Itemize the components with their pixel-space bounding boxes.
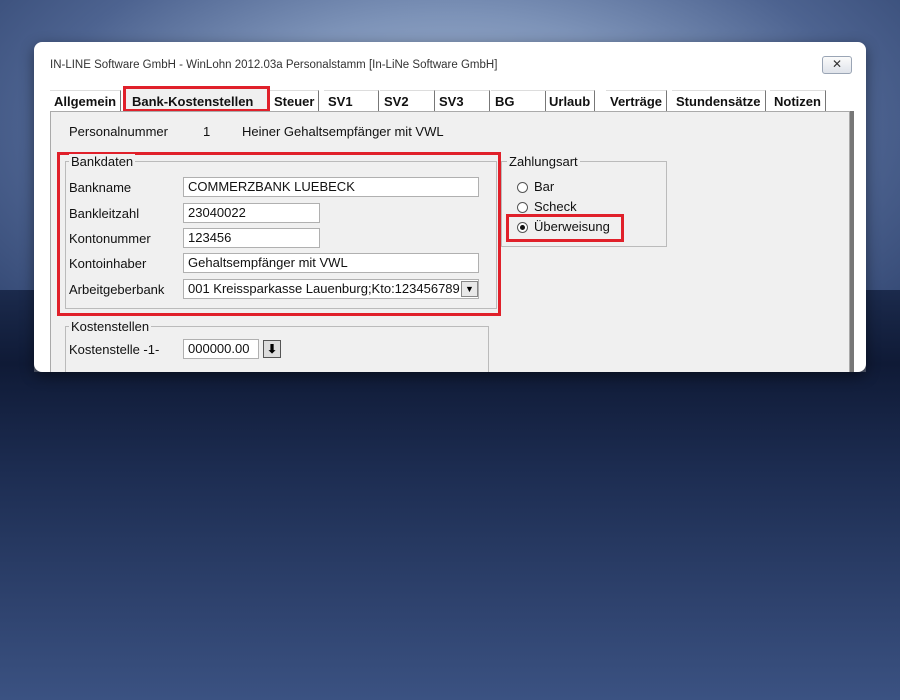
personalnummer-value: 1 [203,124,211,139]
kostenstelle-1-label: Kostenstelle -1- [69,342,160,357]
radio-ueberweisung-label: Überweisung [534,219,610,234]
tab-sv2[interactable]: SV2 [380,90,435,113]
radio-scheck[interactable] [517,202,528,213]
tab-notizen[interactable]: Notizen [770,90,826,113]
tab-panel: Personalnummer 1 Heiner Gehaltsempfänger… [50,111,850,372]
panel-border [850,111,854,372]
kontonummer-label: Kontonummer [69,231,151,246]
tab-vertraege[interactable]: Verträge [606,90,668,113]
tab-bg[interactable]: BG [491,90,546,113]
bankdaten-title: Bankdaten [69,154,136,169]
arbeitgeberbank-value: 001 Kreissparkasse Lauenburg;Kto:1234567… [188,281,460,296]
arrow-down-icon[interactable]: ⬇ [263,340,281,358]
tab-sv1[interactable]: SV1 [324,90,379,113]
radio-bar[interactable] [517,182,528,193]
bankleitzahl-field[interactable]: 23040022 [183,203,320,223]
employee-name: Heiner Gehaltsempfänger mit VWL [242,124,444,139]
tab-steuer[interactable]: Steuer [270,90,320,113]
bankname-label: Bankname [69,180,132,195]
window-title: IN-LINE Software GmbH - WinLohn 2012.03a… [50,59,498,71]
title-bar: IN-LINE Software GmbH - WinLohn 2012.03a… [46,54,852,76]
tab-bank-kostenstellen[interactable]: Bank-Kostenstellen [123,86,270,112]
tab-bar: Allgemein Bank-Kostenstellen Steuer SV1 … [48,86,852,113]
app-window: IN-LINE Software GmbH - WinLohn 2012.03a… [34,42,866,372]
close-icon: ✕ [831,57,843,71]
kontoinhaber-label: Kontoinhaber [69,256,147,271]
bankname-field[interactable]: COMMERZBANK LUEBECK [183,177,479,197]
radio-scheck-label: Scheck [534,199,577,214]
tab-sv3[interactable]: SV3 [435,90,490,113]
tab-stundensaetze[interactable]: Stundensätze [672,90,766,113]
arbeitgeberbank-label: Arbeitgeberbank [69,282,165,297]
kontoinhaber-field[interactable]: Gehaltsempfänger mit VWL [183,253,479,273]
chevron-down-icon[interactable]: ▼ [461,281,478,297]
kostenstellen-title: Kostenstellen [69,319,152,334]
tab-urlaub[interactable]: Urlaub [545,90,596,113]
kontonummer-field[interactable]: 123456 [183,228,320,248]
close-button[interactable]: ✕ [822,56,852,74]
radio-bar-label: Bar [534,179,555,194]
arbeitgeberbank-select[interactable]: 001 Kreissparkasse Lauenburg;Kto:1234567… [183,279,479,299]
zahlungsart-title: Zahlungsart [507,154,580,169]
radio-ueberweisung[interactable] [517,222,528,233]
kostenstelle-1-field[interactable]: 000000.00 [183,339,259,359]
bankleitzahl-label: Bankleitzahl [69,206,140,221]
tab-allgemein[interactable]: Allgemein [50,90,122,113]
personalnummer-label: Personalnummer [69,124,168,139]
